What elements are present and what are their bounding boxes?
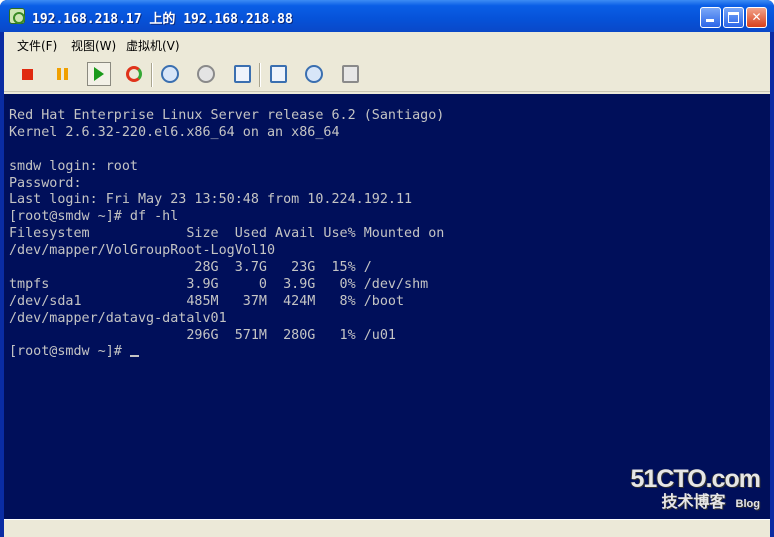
power-off-button[interactable] bbox=[15, 62, 39, 86]
console-line: /dev/mapper/datavg-datalv01 bbox=[9, 310, 227, 326]
title-bar[interactable]: 192.168.218.17 上的 192.168.218.88 ✕ bbox=[0, 0, 774, 32]
menu-file[interactable]: 文件(F) bbox=[17, 37, 57, 54]
watermark-blog: Blog bbox=[735, 498, 760, 510]
vm-tools-icon bbox=[305, 65, 323, 83]
shell-prompt: [root@smdw ~]# bbox=[9, 344, 130, 360]
revert-snapshot-button[interactable] bbox=[194, 62, 218, 86]
pause-icon bbox=[56, 68, 68, 80]
console-line: Filesystem Size Used Avail Use% Mounted … bbox=[9, 226, 445, 242]
maximize-icon bbox=[728, 12, 739, 23]
console-line: 296G 571M 280G 1% /u01 bbox=[9, 327, 396, 343]
revert-snapshot-icon bbox=[197, 65, 215, 83]
console-line: Last login: Fri May 23 13:50:48 from 10.… bbox=[9, 192, 413, 208]
toolbar-separator bbox=[259, 63, 261, 87]
close-icon: ✕ bbox=[751, 10, 762, 24]
window-title: 192.168.218.17 上的 192.168.218.88 bbox=[32, 12, 293, 27]
watermark-logo: 51CTO.com bbox=[630, 465, 761, 493]
take-snapshot-button[interactable] bbox=[158, 62, 182, 86]
console-line: 28G 3.7G 23G 15% / bbox=[9, 260, 372, 276]
power-on-button[interactable] bbox=[87, 62, 111, 86]
window-client-area: 文件(F) 视图(W) 虚拟机(V) Red Hat Enterprise Li… bbox=[4, 32, 770, 537]
vm-tools-button[interactable] bbox=[302, 62, 326, 86]
terminal-console[interactable]: Red Hat Enterprise Linux Server release … bbox=[4, 94, 770, 519]
snapshot-manager-button[interactable] bbox=[230, 62, 254, 86]
reset-button[interactable] bbox=[122, 62, 146, 86]
edit-settings-icon bbox=[269, 65, 287, 83]
text-cursor bbox=[129, 355, 139, 358]
menu-bar: 文件(F) 视图(W) 虚拟机(V) bbox=[4, 32, 770, 57]
play-icon bbox=[94, 67, 104, 81]
watermark: 51CTO.com 技术博客 Blog bbox=[630, 465, 761, 511]
watermark-subline: 技术博客 Blog bbox=[631, 492, 760, 511]
console-line: /dev/mapper/VolGroupRoot-LogVol10 bbox=[9, 243, 276, 259]
console-options-icon bbox=[341, 65, 359, 83]
menu-view[interactable]: 视图(W) bbox=[71, 37, 116, 54]
minimize-button[interactable] bbox=[700, 7, 721, 28]
vsphere-app-icon bbox=[9, 8, 25, 24]
suspend-button[interactable] bbox=[50, 62, 74, 86]
snapshot-icon bbox=[161, 65, 179, 83]
watermark-sub: 技术博客 bbox=[661, 492, 726, 511]
minimize-icon bbox=[706, 19, 714, 22]
console-line: Password: bbox=[9, 175, 82, 191]
snapshot-manager-icon bbox=[233, 65, 251, 83]
toolbar-separator bbox=[151, 63, 153, 87]
console-options-button[interactable] bbox=[338, 62, 362, 86]
console-line: Kernel 2.6.32-220.el6.x86_64 on an x86_6… bbox=[9, 124, 340, 140]
menu-vm[interactable]: 虚拟机(V) bbox=[126, 37, 180, 54]
console-line: tmpfs 3.9G 0 3.9G 0% /dev/shm bbox=[9, 276, 429, 292]
close-button[interactable]: ✕ bbox=[746, 7, 767, 28]
console-line: smdw login: root bbox=[9, 158, 138, 174]
console-line: Red Hat Enterprise Linux Server release … bbox=[9, 108, 445, 123]
toolbar bbox=[4, 57, 770, 92]
console-line: /dev/sda1 485M 37M 424M 8% /boot bbox=[9, 293, 405, 309]
console-line: [root@smdw ~]# df -hl bbox=[9, 209, 179, 225]
reset-icon bbox=[126, 66, 142, 82]
vm-console-window: 192.168.218.17 上的 192.168.218.88 ✕ 文件(F)… bbox=[0, 0, 774, 537]
status-bar bbox=[4, 519, 770, 537]
stop-icon bbox=[21, 68, 33, 80]
maximize-button[interactable] bbox=[723, 7, 744, 28]
edit-settings-button[interactable] bbox=[266, 62, 290, 86]
console-prompt-line: [root@smdw ~]# bbox=[9, 344, 770, 361]
